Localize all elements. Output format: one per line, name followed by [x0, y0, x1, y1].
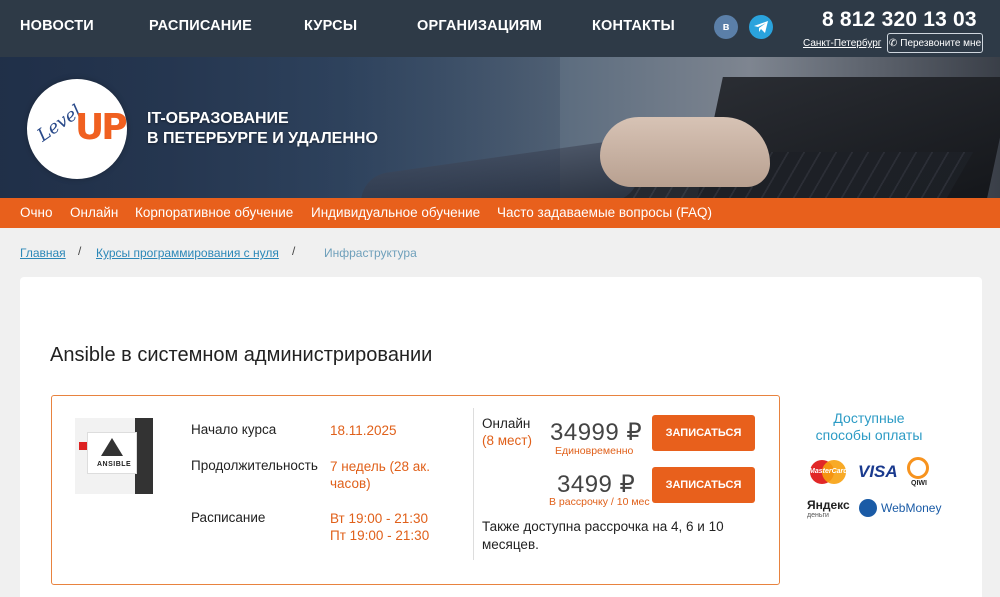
- tagline-line2: В ПЕТЕРБУРГЕ И УДАЛЕННО: [147, 130, 378, 147]
- price-installment-sub: В рассрочку / 10 мес: [549, 496, 650, 508]
- course-offer-box: ANSIBLE Начало курса 18.11.2025 Продолжи…: [51, 395, 780, 585]
- nav-corporate[interactable]: Корпоративное обучение: [135, 205, 293, 220]
- hero-tagline: IT-ОБРАЗОВАНИЕ В ПЕТЕРБУРГЕ И УДАЛЕННО: [147, 109, 378, 149]
- yandex-sub-label: деньги: [807, 512, 829, 519]
- top-nav-contacts[interactable]: КОНТАКТЫ: [592, 18, 675, 34]
- logo-up-text: UP: [75, 107, 127, 148]
- nav-individual[interactable]: Индивидуальное обучение: [311, 205, 480, 220]
- price-full: 34999 ₽: [550, 419, 643, 446]
- qiwi-label: QIWI: [911, 480, 927, 487]
- qiwi-icon: QIWI: [907, 457, 931, 487]
- schedule-line2: Пт 19:00 - 21:30: [330, 528, 430, 543]
- yandex-label: Яндекс: [807, 498, 850, 512]
- breadcrumb-separator: /: [78, 244, 82, 258]
- vk-icon[interactable]: в: [714, 15, 738, 39]
- webmoney-icon: WebMoney: [859, 499, 941, 517]
- phone-icon: ✆: [888, 37, 898, 49]
- webmoney-label: WebMoney: [881, 501, 942, 515]
- enroll-button-installment[interactable]: ЗАПИСАТЬСЯ: [652, 467, 755, 503]
- ansible-logo-icon: [101, 438, 123, 456]
- phone-number[interactable]: 8 812 320 13 03: [822, 8, 977, 32]
- course-thumbnail[interactable]: ANSIBLE: [75, 418, 153, 494]
- course-title: Ansible в системном администрировании: [50, 344, 433, 366]
- breadcrumb-current: Инфраструктура: [324, 246, 417, 260]
- breadcrumb-section[interactable]: Курсы программирования с нуля: [96, 246, 279, 260]
- breadcrumb-separator: /: [292, 244, 296, 258]
- top-nav-news[interactable]: НОВОСТИ: [20, 18, 94, 34]
- duration-value: 7 недель (28 ак. часов): [330, 459, 430, 491]
- nav-online[interactable]: Онлайн: [70, 205, 118, 220]
- duration-label: Продолжительность: [191, 458, 318, 473]
- course-card: Ansible в системном администрировании AN…: [20, 277, 982, 597]
- format-seats: (8 мест): [482, 433, 532, 448]
- format-label: Онлайн: [482, 416, 531, 431]
- site-logo[interactable]: Level UP: [27, 79, 127, 179]
- schedule-line1: Вт 19:00 - 21:30: [330, 511, 429, 526]
- top-bar: НОВОСТИ РАСПИСАНИЕ КУРСЫ ОРГАНИЗАЦИЯМ КО…: [0, 0, 1000, 57]
- start-value: 18.11.2025: [330, 423, 397, 438]
- city-selector[interactable]: Санкт-Петербург: [803, 38, 881, 49]
- price-full-sub: Единовременно: [555, 445, 634, 457]
- price-installment: 3499 ₽: [557, 471, 636, 498]
- start-label: Начало курса: [191, 422, 277, 437]
- tagline-line1: IT-ОБРАЗОВАНИЕ: [147, 110, 289, 127]
- callback-button[interactable]: ✆ Перезвоните мне: [887, 33, 983, 53]
- thumb-label: ANSIBLE: [97, 461, 132, 468]
- nav-offline[interactable]: Очно: [20, 205, 53, 220]
- enroll-button-full[interactable]: ЗАПИСАТЬСЯ: [652, 415, 755, 451]
- visa-icon: VISA: [858, 462, 898, 481]
- top-nav-schedule[interactable]: РАСПИСАНИЕ: [149, 18, 252, 34]
- telegram-icon[interactable]: [749, 15, 773, 39]
- divider: [473, 408, 474, 560]
- installment-note: Также доступна рассрочка на 4, 6 и 10 ме…: [482, 519, 724, 552]
- yandex-money-icon: Яндекс деньги: [807, 498, 850, 519]
- top-nav-courses[interactable]: КУРСЫ: [304, 18, 357, 34]
- mastercard-icon: MasterCard: [809, 460, 848, 484]
- vk-label: в: [722, 21, 730, 33]
- hero-hand-image: [600, 117, 770, 187]
- top-nav-organizations[interactable]: ОРГАНИЗАЦИЯМ: [417, 18, 542, 34]
- mastercard-label: MasterCard: [809, 468, 848, 475]
- hero-banner: Level UP IT-ОБРАЗОВАНИЕ В ПЕТЕРБУРГЕ И У…: [0, 57, 1000, 198]
- payment-methods-title: Доступные способы оплаты: [815, 410, 923, 443]
- nav-faq[interactable]: Часто задаваемые вопросы (FAQ): [497, 205, 712, 220]
- secondary-nav: Очно Онлайн Корпоративное обучение Индив…: [0, 198, 1000, 228]
- schedule-label: Расписание: [191, 510, 266, 525]
- callback-label: Перезвоните мне: [900, 37, 982, 49]
- breadcrumb-home[interactable]: Главная: [20, 246, 66, 260]
